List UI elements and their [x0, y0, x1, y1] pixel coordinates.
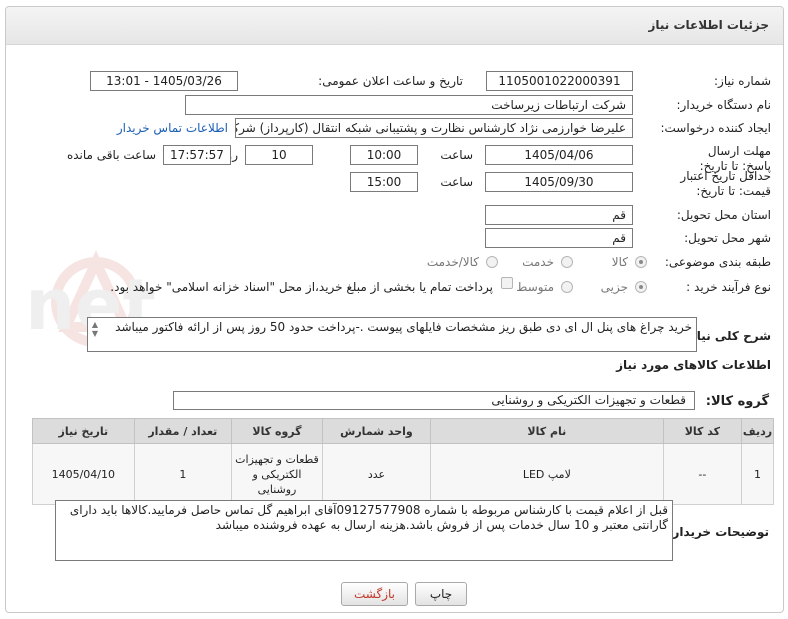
- col-item-name: نام کالا: [429, 418, 664, 444]
- validity-date-field: 1405/09/30: [485, 172, 633, 192]
- goods-table: ردیف کد کالا نام کالا واحد شمارش گروه کا…: [32, 418, 774, 505]
- reply-date-field: 1405/04/06: [485, 145, 633, 165]
- buyer-notes-label: توضیحات خریدار:: [667, 525, 769, 539]
- buyer-notes-text: قبل از اعلام قیمت با کارشناس مربوطه با ش…: [69, 503, 668, 532]
- category-goods-service-label: کالا/خدمت: [426, 255, 479, 269]
- col-row-number: ردیف: [741, 418, 774, 444]
- cell-quantity: 1: [133, 443, 232, 505]
- price-validity-label: حداقل تاریخ اعتبار قیمت: تا تاریخ:: [680, 169, 771, 198]
- process-minor-radio[interactable]: [635, 281, 647, 293]
- col-item-code: کد کالا: [662, 418, 743, 444]
- category-goods-label: کالا: [611, 255, 628, 269]
- cell-unit: عدد: [321, 443, 431, 505]
- general-desc-label: شرح کلی نیاز:: [685, 329, 771, 343]
- buyer-contact-link[interactable]: اطلاعات تماس خریدار: [117, 121, 228, 135]
- validity-time-label: ساعت: [440, 175, 473, 189]
- province-field: قم: [485, 205, 633, 225]
- cell-item-name: لامپ LED: [429, 443, 664, 505]
- days-left-field: 10: [245, 145, 313, 165]
- category-goods-service-radio[interactable]: [486, 256, 498, 268]
- requester-label: ایجاد کننده درخواست:: [660, 121, 771, 135]
- print-button[interactable]: چاپ: [415, 582, 467, 606]
- treasury-checkbox[interactable]: [501, 277, 513, 289]
- buyer-org-field: شرکت ارتباطات زیرساخت: [185, 95, 633, 115]
- col-quantity: تعداد / مقدار: [133, 418, 232, 444]
- cell-item-group: قطعات و تجهیزات الکتریکی و روشنایی: [230, 443, 323, 505]
- process-medium-label: متوسط: [516, 280, 554, 294]
- announce-datetime-field: 1405/03/26 - 13:01: [90, 71, 238, 91]
- col-need-date: تاریخ نیاز: [32, 418, 135, 444]
- textarea-scroll-icon[interactable]: ▲ ▼: [90, 320, 100, 338]
- announce-datetime-label: تاریخ و ساعت اعلان عمومی:: [318, 74, 463, 88]
- cell-item-code: --: [662, 443, 743, 505]
- process-type-label: نوع فرآیند خرید :: [686, 280, 771, 294]
- remaining-label: ساعت باقی مانده: [66, 148, 156, 162]
- reply-time-field: 10:00: [350, 145, 418, 165]
- panel-title: جزئیات اطلاعات نیاز: [648, 18, 769, 32]
- process-medium-radio[interactable]: [561, 281, 573, 293]
- col-item-group: گروه کالا: [230, 418, 323, 444]
- back-button[interactable]: بازگشت: [341, 582, 408, 606]
- buyer-org-label: نام دستگاه خریدار:: [676, 98, 772, 112]
- city-label: شهر محل تحویل:: [684, 231, 771, 245]
- process-minor-label: جزیی: [600, 280, 628, 294]
- category-service-label: خدمت: [522, 255, 554, 269]
- category-goods-radio[interactable]: [635, 256, 647, 268]
- buyer-notes-textarea[interactable]: قبل از اعلام قیمت با کارشناس مربوطه با ش…: [55, 500, 673, 561]
- category-service-radio[interactable]: [561, 256, 573, 268]
- need-number-label: شماره نیاز:: [714, 74, 771, 88]
- treasury-note: پرداخت تمام یا بخشی از مبلغ خرید،از محل …: [110, 280, 493, 294]
- table-row[interactable]: 1 -- لامپ LED عدد قطعات و تجهیزات الکتری…: [32, 443, 774, 505]
- requester-field: علیرضا خوارزمی نژاد کارشناس نظارت و پشتی…: [235, 118, 633, 138]
- need-number-field: 1105001022000391: [486, 71, 633, 91]
- reply-time-label: ساعت: [440, 148, 473, 162]
- province-label: استان محل تحویل:: [676, 208, 771, 222]
- general-desc-text: خرید چراغ های پنل ال ای دی طبق ریز مشخصا…: [115, 320, 692, 334]
- col-unit: واحد شمارش: [321, 418, 431, 444]
- cell-row-number: 1: [741, 443, 774, 505]
- table-header-row: ردیف کد کالا نام کالا واحد شمارش گروه کا…: [32, 418, 774, 444]
- goods-group-label: گروه کالا:: [705, 394, 769, 409]
- city-field: قم: [485, 228, 633, 248]
- category-label: طبقه بندی موضوعی:: [664, 255, 771, 269]
- general-desc-textarea[interactable]: خرید چراغ های پنل ال ای دی طبق ریز مشخصا…: [87, 317, 697, 352]
- goods-group-field: قطعات و تجهیزات الکتریکی و روشنایی: [173, 391, 695, 410]
- validity-time-field: 15:00: [350, 172, 418, 192]
- time-left-field: 17:57:57: [163, 145, 231, 165]
- cell-need-date: 1405/04/10: [32, 443, 135, 505]
- goods-info-title: اطلاعات کالاهای مورد نیاز: [616, 358, 771, 372]
- panel-header: جزئیات اطلاعات نیاز: [6, 7, 783, 45]
